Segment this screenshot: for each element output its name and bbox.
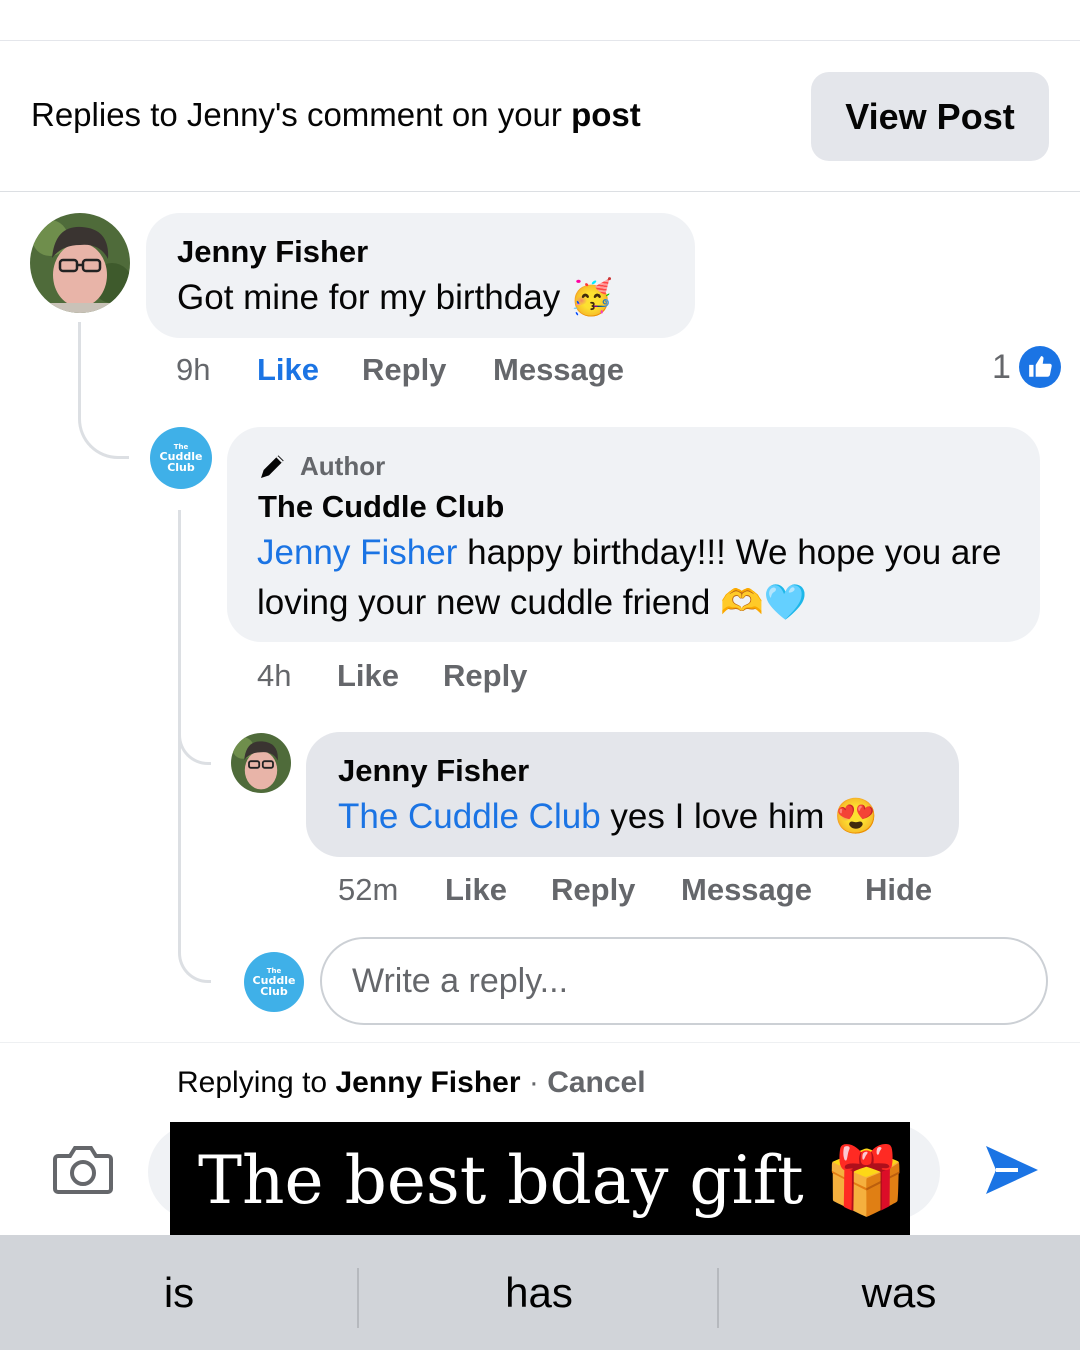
author-badge: Author <box>300 451 386 481</box>
avatar-image <box>231 733 291 793</box>
comment-author[interactable]: Jenny Fisher <box>177 234 368 270</box>
caption-overlay: The best bday gift 🎁 <box>170 1122 910 1240</box>
reply-button[interactable]: Reply <box>443 658 527 694</box>
cancel-reply-button[interactable]: Cancel <box>547 1066 645 1099</box>
mention-link[interactable]: Jenny Fisher <box>257 533 457 572</box>
message-button[interactable]: Message <box>493 352 624 388</box>
suggestion-is[interactable]: is <box>0 1235 358 1350</box>
suggestion-divider <box>357 1268 359 1328</box>
like-reaction-icon <box>1019 346 1061 388</box>
comment-author[interactable]: Jenny Fisher <box>338 753 529 789</box>
reaction-count[interactable]: 1 <box>992 348 1011 387</box>
comment-time: 4h <box>257 658 292 693</box>
thread-line <box>78 322 129 459</box>
like-button[interactable]: Like <box>445 872 507 908</box>
camera-icon[interactable] <box>52 1142 114 1198</box>
pen-icon <box>257 450 289 482</box>
like-button[interactable]: Like <box>257 352 319 388</box>
thread-line <box>178 710 211 765</box>
header-title: Replies to Jenny's comment on your post <box>31 96 641 133</box>
comment-text: Jenny Fisher happy birthday!!! We hope y… <box>257 533 1002 622</box>
comment-actions: 9h <box>176 352 210 388</box>
suggestion-divider <box>717 1268 719 1328</box>
mention-link[interactable]: The Cuddle Club <box>338 797 601 836</box>
reply-button[interactable]: Reply <box>551 872 635 908</box>
send-icon[interactable] <box>982 1140 1040 1200</box>
hide-button[interactable]: Hide <box>865 872 932 908</box>
avatar-the-cuddle-club[interactable]: The Cuddle Club <box>150 427 212 489</box>
write-reply-input[interactable] <box>320 937 1048 1025</box>
reply-button[interactable]: Reply <box>362 352 446 388</box>
comment-text: Got mine for my birthday 🥳 <box>177 278 614 317</box>
suggestion-has[interactable]: has <box>360 1235 718 1350</box>
comment-text: The Cuddle Club yes I love him 😍 <box>338 797 878 836</box>
suggestion-was[interactable]: was <box>720 1235 1078 1350</box>
top-strip <box>0 0 1080 41</box>
message-button[interactable]: Message <box>681 872 812 908</box>
comment-author[interactable]: The Cuddle Club <box>258 489 504 525</box>
comment-time: 9h <box>176 352 211 387</box>
avatar-the-cuddle-club: The Cuddle Club <box>244 952 304 1012</box>
avatar-jenny-fisher[interactable] <box>30 213 130 313</box>
avatar-image <box>30 213 130 313</box>
thread-line <box>178 930 211 983</box>
view-post-button[interactable]: View Post <box>811 72 1049 161</box>
comment-time: 52m <box>338 872 399 907</box>
replying-to-label: Replying to Jenny Fisher · Cancel <box>177 1066 646 1099</box>
avatar-jenny-fisher[interactable] <box>231 733 291 793</box>
like-button[interactable]: Like <box>337 658 399 694</box>
